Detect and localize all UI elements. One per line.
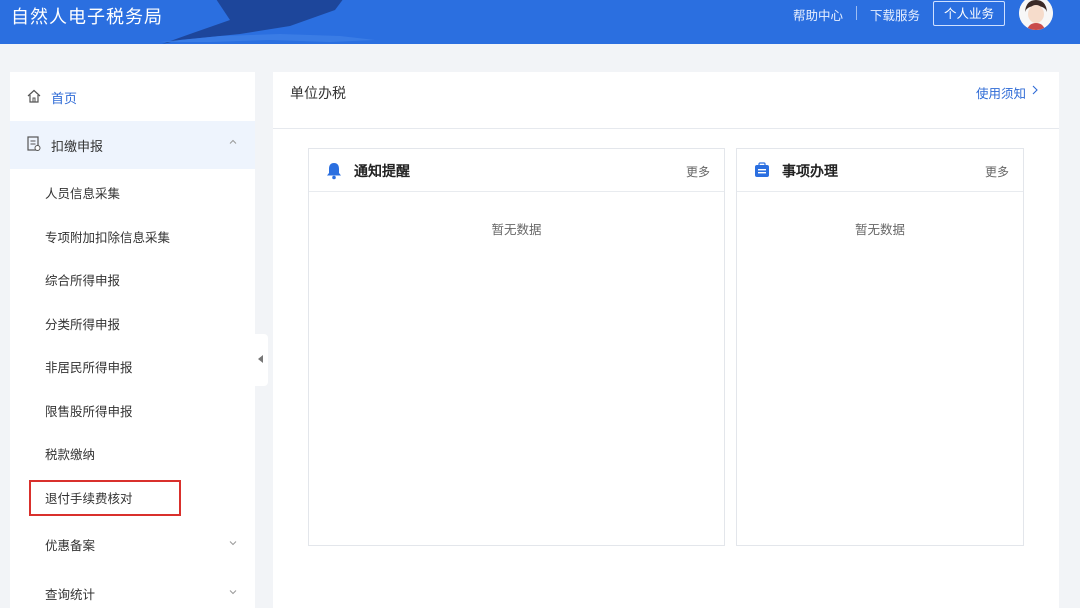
matters-panel-title: 事项办理 xyxy=(782,164,838,180)
help-center-link[interactable]: 帮助中心 xyxy=(793,5,843,24)
sidebar-item-home[interactable]: 首页 xyxy=(10,72,255,121)
sidebar-item-classified-income[interactable]: 分类所得申报 xyxy=(45,314,120,333)
sidebar-item-personnel-info[interactable]: 人员信息采集 xyxy=(45,183,120,202)
top-header: 自然人电子税务局 帮助中心 下载服务 个人业务 xyxy=(0,0,1080,44)
caret-left-icon xyxy=(258,355,263,363)
app-title: 自然人电子税务局 xyxy=(11,7,163,28)
page-title: 单位办税 xyxy=(290,86,346,102)
chevron-up-icon xyxy=(229,139,237,144)
sidebar-home-label: 首页 xyxy=(51,92,78,107)
chevron-down-icon xyxy=(229,541,237,546)
avatar[interactable] xyxy=(1019,0,1053,30)
bell-icon xyxy=(327,163,341,180)
sidebar-item-comprehensive-income[interactable]: 综合所得申报 xyxy=(45,270,120,289)
matters-panel-header: 事项办理 更多 xyxy=(737,149,1023,192)
main-header: 单位办税 使用须知 xyxy=(273,72,1059,129)
chevron-down-icon xyxy=(229,590,237,595)
sidebar-item-special-deduction[interactable]: 专项附加扣除信息采集 xyxy=(45,227,170,246)
sidebar-item-restricted-shares[interactable]: 限售股所得申报 xyxy=(45,401,133,420)
chevron-right-icon[interactable] xyxy=(1031,85,1039,95)
sidebar-item-nonresident-income[interactable]: 非居民所得申报 xyxy=(45,357,133,376)
download-service-link[interactable]: 下载服务 xyxy=(870,5,920,24)
notification-more-link[interactable]: 更多 xyxy=(686,163,710,180)
notification-empty-text: 暂无数据 xyxy=(491,222,542,237)
sidebar-item-query-stats[interactable]: 查询统计 xyxy=(45,584,95,603)
notification-panel-title: 通知提醒 xyxy=(354,164,410,180)
nav-divider xyxy=(856,6,857,20)
sidebar-group-withholding[interactable]: 扣缴申报 xyxy=(10,121,255,169)
notification-panel-header: 通知提醒 更多 xyxy=(309,149,724,192)
sidebar: 首页 扣缴申报 人员信息采集 专项附加扣除信息采集 综合所得申报 分类所得申报 … xyxy=(10,72,255,608)
usage-notes-link[interactable]: 使用须知 xyxy=(976,83,1026,102)
report-icon xyxy=(27,136,41,151)
notification-panel: 通知提醒 更多 暂无数据 xyxy=(308,148,725,546)
briefcase-icon xyxy=(755,162,769,177)
matters-more-link[interactable]: 更多 xyxy=(985,163,1009,180)
matters-panel: 事项办理 更多 暂无数据 xyxy=(736,148,1024,546)
brush-stroke-decoration xyxy=(160,0,375,44)
personal-business-button[interactable]: 个人业务 xyxy=(933,1,1005,26)
sidebar-item-tax-payment[interactable]: 税款缴纳 xyxy=(45,444,95,463)
sidebar-item-preferential-filing[interactable]: 优惠备案 xyxy=(45,535,95,554)
home-icon xyxy=(27,89,41,103)
sidebar-collapse-toggle[interactable] xyxy=(255,334,268,386)
matters-empty-text: 暂无数据 xyxy=(854,222,905,237)
highlight-annotation-box xyxy=(29,480,181,516)
user-avatar-icon xyxy=(1019,0,1053,30)
sidebar-group-label: 扣缴申报 xyxy=(51,140,104,155)
